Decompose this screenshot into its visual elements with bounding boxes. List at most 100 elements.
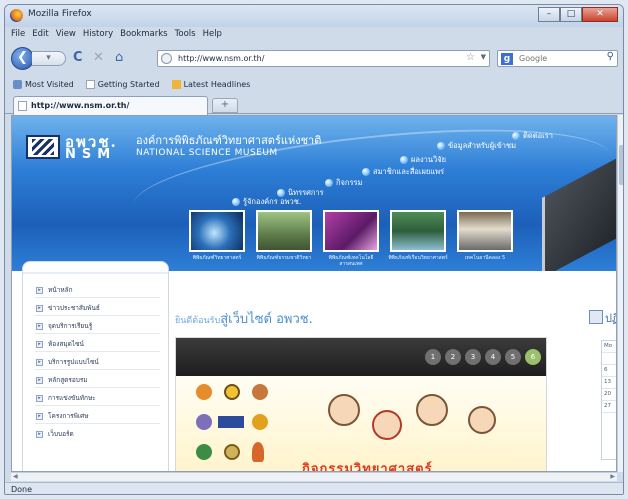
sponsor-logo-icon (252, 442, 264, 462)
calendar-cell[interactable]: 6 (602, 365, 616, 377)
window-controls: – □ ✕ (538, 7, 618, 22)
tab-nsm[interactable]: http://www.nsm.or.th/ (13, 96, 208, 115)
nav-members-media[interactable]: สมาชิกและสื่อเผยแพร่ (362, 166, 444, 178)
divider (35, 333, 160, 334)
nav-about[interactable]: รู้จักองค์กร อพวช. (232, 196, 301, 208)
bookmark-getting-started[interactable]: Getting Started (85, 79, 160, 89)
menu-bookmarks[interactable]: Bookmarks (120, 29, 168, 44)
vertical-scrollbar[interactable] (617, 115, 623, 472)
nav-label: กิจกรรม (336, 178, 363, 187)
menu-bar: File Edit View History Bookmarks Tools H… (5, 29, 623, 44)
menu-news[interactable]: ▸ ข่าวประชาสัมพันธ์ (36, 303, 100, 313)
tab-strip: http://www.nsm.or.th/ + (5, 94, 623, 115)
pager-button-6[interactable]: 6 (525, 349, 541, 365)
google-icon[interactable]: g (501, 53, 513, 65)
calendar-cell[interactable]: 27 (602, 401, 616, 413)
calendar-cell[interactable]: Mo (602, 341, 616, 353)
sponsor-logo-icon (196, 384, 212, 400)
site-identity-icon[interactable] (161, 53, 172, 64)
url-input[interactable] (178, 52, 458, 65)
divider (35, 405, 160, 406)
menu-special-projects[interactable]: ▸ โครงการพิเศษ (36, 411, 89, 421)
history-dropdown-button[interactable]: ▾ (32, 51, 66, 66)
sponsor-logo-icon (224, 384, 240, 400)
menu-file[interactable]: File (11, 29, 25, 44)
site-banner: อพวช. NSM องค์การพิพิธภัณฑ์วิทยาศาสตร์แห… (12, 116, 616, 271)
menu-webboard[interactable]: ▸ เว็บบอร์ด (36, 429, 74, 439)
pager-button-5[interactable]: 5 (505, 349, 521, 365)
thumbnail-science-museum[interactable] (189, 210, 245, 252)
back-button[interactable]: ❮ (11, 47, 34, 70)
calendar-cell[interactable]: 13 (602, 377, 616, 389)
pager-button-1[interactable]: 1 (425, 349, 441, 365)
arrow-icon: ▸ (36, 358, 43, 366)
nav-contact[interactable]: ติดต่อเรา (512, 130, 553, 142)
pager-button-2[interactable]: 2 (445, 349, 461, 365)
calendar-icon (589, 310, 603, 324)
menu-learning-center[interactable]: ▸ จุดบริการเรียนรู้ (36, 321, 92, 331)
thumbnail-caption: พิพิธภัณฑ์เทคโนโลยีสารสนเทศ (328, 255, 374, 267)
thumbnail-it-museum[interactable] (323, 210, 379, 252)
menu-view[interactable]: View (56, 29, 76, 44)
minimize-button[interactable]: – (538, 7, 560, 22)
search-icon[interactable]: ⚲ (607, 51, 614, 62)
bookmark-star-icon[interactable]: ☆ (466, 52, 475, 63)
scrollbar-thumb[interactable] (619, 145, 623, 185)
calendar-cell[interactable]: 20 (602, 389, 616, 401)
scroll-left-icon[interactable]: ◀ (13, 473, 18, 480)
url-dropdown-icon[interactable]: ▼ (481, 53, 486, 61)
menu-history[interactable]: History (83, 29, 113, 44)
menu-label: เว็บบอร์ด (48, 430, 74, 438)
divider (35, 315, 160, 316)
featured-slideshow[interactable]: 1 2 3 4 5 6 กิจกรรมวิทยาศาสตร์ (175, 337, 547, 471)
horizontal-scrollbar[interactable]: ◀ ▶ (11, 472, 617, 481)
nav-activities[interactable]: กิจกรรม (325, 177, 362, 189)
nav-visitor-info[interactable]: ข้อมูลสำหรับผู้เข้าชม (437, 140, 516, 152)
search-bar[interactable]: g ⚲ (497, 50, 618, 67)
org-name-thai: องค์การพิพิธภัณฑ์วิทยาศาสตร์แห่งชาติ (136, 134, 322, 147)
menu-tools[interactable]: Tools (175, 29, 196, 44)
search-input[interactable] (519, 52, 599, 65)
nav-dot-icon (400, 156, 408, 164)
arrow-icon: ▸ (36, 322, 43, 330)
reload-icon[interactable]: C (73, 50, 83, 66)
bookmark-latest-headlines[interactable]: Latest Headlines (171, 79, 250, 89)
thumbnail-natural-history[interactable] (256, 210, 312, 252)
menu-courses[interactable]: ▸ หลักสูตรอบรม (36, 375, 88, 385)
nsm-logo-icon[interactable] (26, 135, 60, 159)
slideshow-pager: 1 2 3 4 5 6 (425, 349, 541, 365)
arrow-icon: ▸ (36, 376, 43, 384)
sponsor-logo-icon (218, 416, 244, 428)
welcome-heading: ยินดีต้อนรับสู่เว็บไซต์ อพวช. (175, 308, 313, 329)
calendar-cell[interactable] (602, 353, 616, 365)
menu-library[interactable]: ▸ ห้องสมุดไซน์ (36, 339, 84, 349)
menu-services[interactable]: ▸ บริการรูปแบบไซน์ (36, 357, 99, 367)
thumbnail-caption: พิพิธภัณฑ์ธรรมชาติวิทยา (256, 255, 312, 261)
menu-edit[interactable]: Edit (32, 29, 48, 44)
nav-dot-icon (437, 142, 445, 150)
pager-button-3[interactable]: 3 (465, 349, 481, 365)
menu-label: โครงการพิเศษ (48, 412, 89, 420)
close-button[interactable]: ✕ (582, 7, 618, 22)
home-icon[interactable]: ⌂ (115, 50, 123, 66)
pager-button-4[interactable]: 4 (485, 349, 501, 365)
window-title: Mozilla Firefox (28, 9, 92, 19)
stop-icon[interactable]: ✕ (93, 50, 104, 66)
maximize-button[interactable]: □ (560, 7, 582, 22)
new-tab-button[interactable]: + (212, 98, 238, 113)
arrow-icon: ▸ (36, 340, 43, 348)
nav-research[interactable]: ผลงานวิจัย (400, 154, 446, 166)
menu-label: บริการรูปแบบไซน์ (48, 358, 99, 366)
most-visited-icon (13, 79, 22, 89)
menu-competitions[interactable]: ▸ การแข่งขันทักษะ (36, 393, 96, 403)
menu-home[interactable]: ▸ หน้าหลัก (36, 285, 73, 295)
tab-label: http://www.nsm.or.th/ (31, 101, 130, 110)
bookmark-label: Getting Started (97, 79, 160, 89)
menu-help[interactable]: Help (203, 29, 222, 44)
thumbnail-technopolis[interactable] (457, 210, 513, 252)
thumbnail-science-house[interactable] (390, 210, 446, 252)
scroll-right-icon[interactable]: ▶ (610, 473, 615, 480)
bookmark-most-visited[interactable]: Most Visited (13, 79, 74, 89)
menu-label: การแข่งขันทักษะ (48, 394, 96, 402)
address-bar[interactable]: ☆ ▼ (157, 50, 490, 67)
